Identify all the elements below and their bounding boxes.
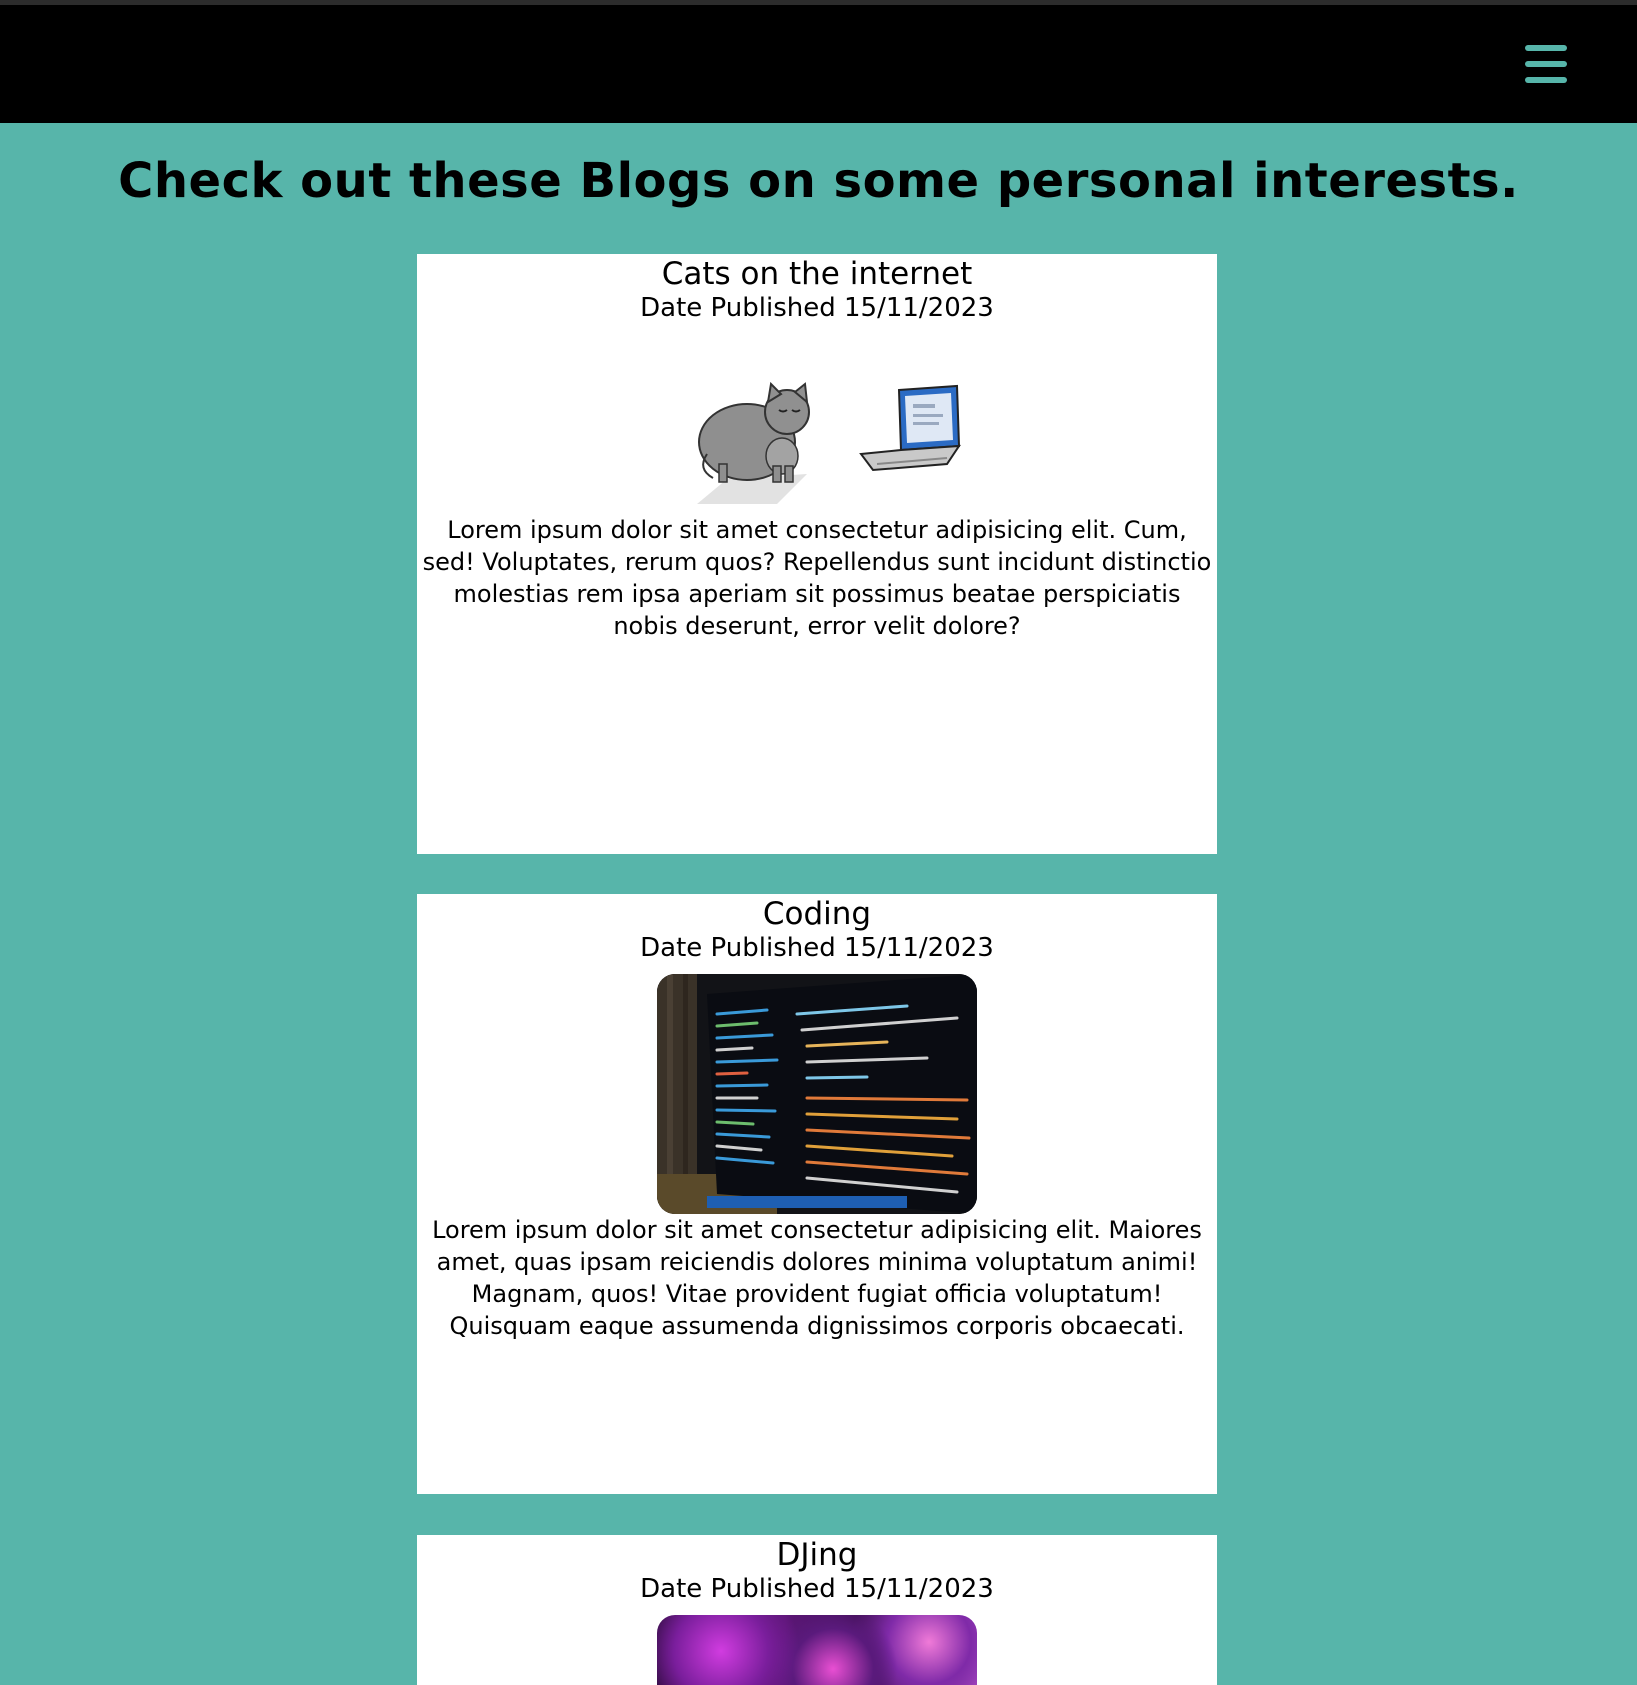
hamburger-bar: [1525, 77, 1567, 83]
cat-and-laptop-illustration: [667, 324, 967, 514]
blog-card-djing: DJing Date Published 15/11/2023: [417, 1535, 1217, 1685]
blog-title[interactable]: Cats on the internet: [417, 254, 1217, 292]
blog-card-cats: Cats on the internet Date Published 15/1…: [417, 254, 1217, 854]
navbar: [0, 5, 1637, 123]
blog-date: Date Published 15/11/2023: [640, 1574, 994, 1604]
hamburger-menu-icon[interactable]: [1525, 45, 1567, 83]
blog-text: Lorem ipsum dolor sit amet consectetur a…: [422, 516, 1212, 640]
hamburger-bar: [1525, 45, 1567, 51]
blog-date: Date Published 15/11/2023: [640, 933, 994, 963]
blog-date: Date Published 15/11/2023: [640, 293, 994, 323]
blog-title[interactable]: Coding: [417, 894, 1217, 932]
page-title: Check out these Blogs on some personal i…: [118, 153, 1519, 209]
blog-text: Lorem ipsum dolor sit amet consectetur a…: [432, 1216, 1202, 1340]
code-on-monitor-photo: [657, 974, 977, 1214]
blog-card-coding: Coding Date Published 15/11/2023 Lorem i…: [417, 894, 1217, 1494]
dj-equipment-photo: [657, 1615, 977, 1685]
blog-title[interactable]: DJing: [417, 1535, 1217, 1573]
hamburger-bar: [1525, 61, 1567, 67]
